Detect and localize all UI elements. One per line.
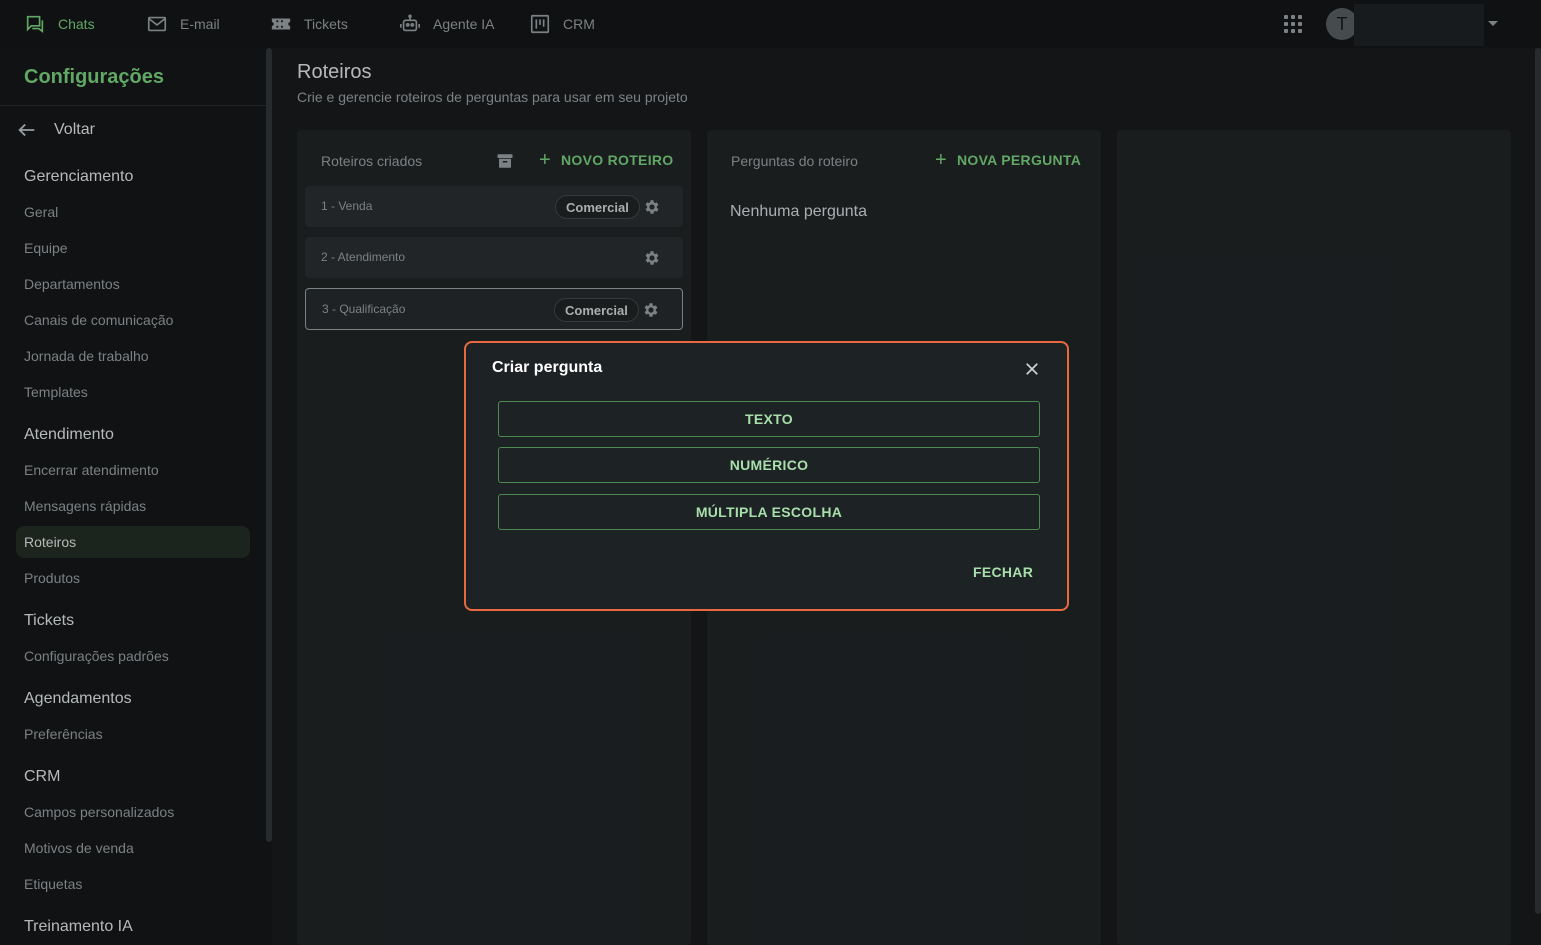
close-icon[interactable] xyxy=(1023,360,1041,378)
fechar-button[interactable]: FECHAR xyxy=(973,564,1033,580)
option-texto-button[interactable]: TEXTO xyxy=(498,401,1040,437)
dialog-title: Criar pergunta xyxy=(492,359,603,376)
create-question-dialog: Criar pergunta TEXTO NUMÉRICO MÚLTIPLA E… xyxy=(464,341,1069,611)
option-multipla-escolha-button[interactable]: MÚLTIPLA ESCOLHA xyxy=(498,494,1040,530)
option-numerico-button[interactable]: NUMÉRICO xyxy=(498,447,1040,483)
